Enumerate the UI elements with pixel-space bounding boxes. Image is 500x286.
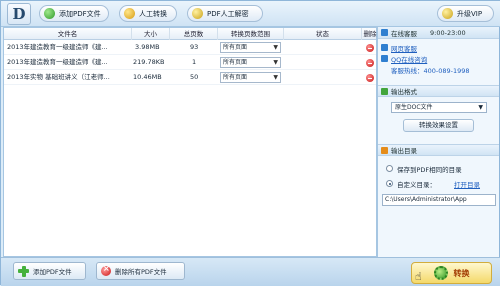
upgrade-vip-button[interactable]: 升级VIP <box>437 5 494 22</box>
custom-dir-label: 自定义目录： <box>397 180 436 189</box>
convert-label: 转换 <box>453 268 470 278</box>
manual-convert-label: 人工转换 <box>139 9 167 18</box>
remove-icon <box>101 264 111 276</box>
radio-checked-icon <box>386 180 393 187</box>
radio-unchecked-icon <box>386 165 393 172</box>
page-range-select[interactable]: 所有页面 ▼ <box>220 72 281 83</box>
format-icon <box>381 87 388 95</box>
file-size: 10.46MB <box>133 73 162 81</box>
page-range-select[interactable]: 所有页面 ▼ <box>220 42 281 53</box>
right-sidebar: 在线客服 9:00-23:00 网页客服 QQ在线咨询 客服热线：400-089… <box>377 27 499 257</box>
chevron-down-icon: ▼ <box>273 74 278 81</box>
lock-icon <box>192 8 203 19</box>
column-filename[interactable]: 文件名 <box>4 28 132 40</box>
file-name: 2013年建造教育一级建造师《建... <box>7 43 108 51</box>
gears-icon <box>433 266 448 280</box>
web-service-label: 网页客服 <box>391 44 417 53</box>
app-window: D 添加PDF文件 人工转换 PDF人工解密 升级VIP 文件名 大小 总页数 … <box>0 0 500 286</box>
hotline: 客服热线：400-089-1998 <box>378 64 499 75</box>
file-name: 2013年实物 基础班讲义（江老师... <box>7 73 110 81</box>
file-pages: 50 <box>190 73 199 81</box>
file-status <box>288 40 358 55</box>
vip-crown-icon <box>442 8 453 19</box>
toolbar: D 添加PDF文件 人工转换 PDF人工解密 升级VIP <box>1 1 500 27</box>
table-row[interactable]: 2013年实物 基础班讲义（江老师... 10.46MB 50 所有页面 ▼ <box>4 70 376 85</box>
qq-service-label: QQ在线咨询 <box>391 55 428 64</box>
add-icon <box>44 8 55 19</box>
file-status <box>288 55 358 70</box>
qq-service-link[interactable]: QQ在线咨询 <box>378 53 499 64</box>
save-same-dir-radio[interactable]: 保存到PDF相同的目录 <box>378 162 499 175</box>
delete-row-icon[interactable] <box>366 74 374 82</box>
web-chat-icon <box>381 44 388 51</box>
pdf-manual-decrypt-button[interactable]: PDF人工解密 <box>187 5 263 22</box>
output-path-field[interactable]: C:\Users\Administrator\App <box>382 194 496 206</box>
output-format-header: 输出格式 <box>378 85 499 97</box>
column-pages[interactable]: 总页数 <box>170 28 218 40</box>
web-service-link[interactable]: 网页客服 <box>378 42 499 53</box>
remove-all-label: 删除所有PDF文件 <box>115 268 167 276</box>
manual-convert-button[interactable]: 人工转换 <box>119 5 177 22</box>
folder-icon <box>381 146 388 154</box>
output-dir-header: 输出目录 <box>378 144 499 156</box>
hotline-text: 客服热线：400-089-1998 <box>391 66 470 75</box>
column-range[interactable]: 转换页数范围 <box>218 28 284 40</box>
remove-all-pdf-button[interactable]: 删除所有PDF文件 <box>96 262 185 280</box>
add-pdf-label: 添加PDF文件 <box>33 268 72 276</box>
output-format-value: 原生DOC文件 <box>395 104 433 111</box>
open-dir-link[interactable]: 打开目录 <box>454 179 480 189</box>
chevron-down-icon: ▼ <box>273 59 278 66</box>
upgrade-vip-label: 升级VIP <box>457 9 483 18</box>
service-hours: 9:00-23:00 <box>430 28 466 37</box>
file-pages: 93 <box>190 43 199 51</box>
table-row[interactable]: 2013年建造教育一级建造师《建... 219.78KB 1 所有页面 ▼ <box>4 55 376 70</box>
add-pdf-toolbar-button[interactable]: 添加PDF文件 <box>39 5 109 22</box>
output-format-title: 输出格式 <box>391 88 417 96</box>
page-range-select[interactable]: 所有页面 ▼ <box>220 57 281 68</box>
app-logo: D <box>7 3 31 25</box>
delete-row-icon[interactable] <box>366 59 374 67</box>
custom-dir-radio[interactable]: 自定义目录： 打开目录 <box>378 177 499 190</box>
page-range-value: 所有页面 <box>223 74 248 81</box>
table-row[interactable]: 2013年建造教育一级建造师《建... 3.98MB 93 所有页面 ▼ <box>4 40 376 55</box>
convert-effect-settings-button[interactable]: 转换效果设置 <box>403 119 474 132</box>
person-icon <box>124 8 135 19</box>
plus-icon <box>18 265 29 277</box>
file-status <box>288 70 358 85</box>
add-pdf-button[interactable]: 添加PDF文件 <box>13 262 86 280</box>
output-dir-title: 输出目录 <box>391 147 417 155</box>
column-size[interactable]: 大小 <box>132 28 170 40</box>
qq-icon <box>381 55 388 62</box>
page-range-value: 所有页面 <box>223 59 248 66</box>
table-header: 文件名 大小 总页数 转换页数范围 状态 删除 <box>4 28 378 40</box>
add-pdf-toolbar-label: 添加PDF文件 <box>59 9 101 18</box>
chevron-down-icon: ▼ <box>478 104 483 111</box>
file-pages: 1 <box>192 58 197 66</box>
headset-icon <box>381 29 388 36</box>
file-name: 2013年建造教育一级建造师《建... <box>7 58 108 66</box>
convert-button[interactable]: 转换 <box>411 262 492 284</box>
column-status[interactable]: 状态 <box>284 28 362 40</box>
column-delete[interactable]: 删除 <box>362 28 378 40</box>
bottom-bar: 添加PDF文件 删除所有PDF文件 转换 ☝ <box>1 257 500 286</box>
output-format-select[interactable]: 原生DOC文件 ▼ <box>391 102 487 113</box>
online-service-header: 在线客服 9:00-23:00 <box>378 27 499 39</box>
chevron-down-icon: ▼ <box>273 44 278 51</box>
pdf-manual-decrypt-label: PDF人工解密 <box>207 9 249 18</box>
file-table: 文件名 大小 总页数 转换页数范围 状态 删除 2013年建造教育一级建造师《建… <box>3 27 377 257</box>
file-size: 219.78KB <box>133 58 165 66</box>
online-service-title: 在线客服 <box>391 29 417 38</box>
delete-row-icon[interactable] <box>366 44 374 52</box>
save-same-dir-label: 保存到PDF相同的目录 <box>397 165 462 174</box>
page-range-value: 所有页面 <box>223 44 248 51</box>
hand-cursor-icon: ☝ <box>415 270 422 283</box>
file-size: 3.98MB <box>135 43 160 51</box>
